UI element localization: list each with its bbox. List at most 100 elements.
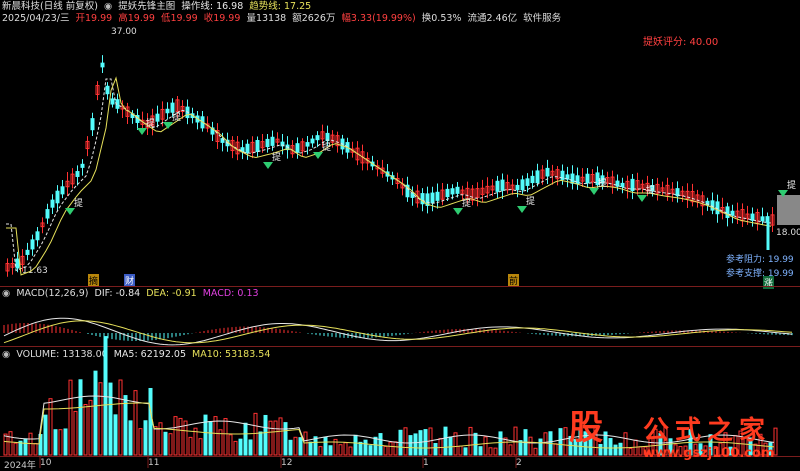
price-candle-body	[525, 178, 530, 186]
volume-bar	[253, 412, 258, 456]
volume-bar	[468, 426, 473, 456]
signal-label: 提	[146, 118, 155, 129]
volume-bar	[498, 431, 503, 456]
volume-bar	[123, 395, 128, 456]
volume-bar	[233, 440, 238, 456]
signal-marker-icon	[163, 122, 173, 129]
price-candle-body	[585, 173, 590, 184]
price-candle-body	[325, 132, 330, 142]
volume-bar	[478, 446, 483, 456]
volume-bar	[528, 436, 533, 456]
volume-bar	[78, 379, 83, 456]
signal-marker-icon	[137, 128, 147, 135]
volume-bar	[248, 439, 253, 456]
price-candle-body	[105, 85, 110, 95]
volume-bar	[288, 439, 293, 456]
volume-bar	[433, 443, 438, 456]
volume-bar	[538, 438, 543, 456]
volume-bar	[493, 447, 498, 456]
volume-bar	[158, 422, 163, 456]
price-candle-body	[575, 175, 580, 185]
volume-bar	[138, 428, 143, 456]
price-candle-body	[255, 140, 260, 152]
price-candle-body	[15, 258, 20, 269]
volume-bar	[518, 440, 523, 456]
price-candle-body	[165, 108, 170, 114]
volume-bar	[293, 436, 298, 456]
volume-bar	[378, 433, 383, 456]
signal-label: 提	[787, 180, 796, 191]
watermark-text: 公式之家	[643, 416, 772, 446]
price-candle-body	[245, 143, 250, 154]
volume-bar	[83, 403, 88, 456]
price-candle-body	[60, 186, 65, 195]
watermark: 股 公式之家 www.gszj100.com	[557, 402, 797, 466]
volume-bar	[488, 447, 493, 456]
price-candle-body	[75, 171, 80, 177]
volume-bar	[328, 445, 333, 456]
volume-bar	[483, 436, 488, 456]
volume-bar	[503, 437, 508, 456]
volume-bar	[118, 379, 123, 456]
volume-bar	[188, 436, 193, 456]
volume-bar	[303, 431, 308, 456]
signal-marker-icon	[453, 208, 463, 215]
signal-marker-icon	[517, 206, 527, 213]
volume-bar	[128, 420, 133, 456]
macd-dif-line	[3, 317, 793, 346]
volume-bar	[8, 431, 13, 456]
volume-bar	[373, 436, 378, 456]
watermark-logo-text: 股	[569, 408, 603, 448]
price-candle-body	[570, 173, 575, 184]
signal-marker-icon	[65, 208, 75, 215]
volume-bar	[458, 445, 463, 456]
price-candle-body	[445, 188, 450, 198]
price-candle-body	[170, 102, 175, 113]
volume-bar	[143, 420, 148, 456]
price-candle-body	[545, 167, 550, 177]
price-candle-body	[435, 191, 440, 201]
volume-bar	[68, 379, 73, 456]
signal-label: 提	[646, 185, 655, 196]
price-candle-body	[410, 192, 415, 198]
volume-bar	[13, 442, 18, 456]
price-candle-body	[520, 179, 525, 191]
price-candle-body	[430, 192, 435, 204]
price-candle-body	[455, 186, 460, 194]
volume-bar	[88, 399, 93, 456]
price-candle-body	[495, 180, 500, 192]
watermark-url: www.gszj100.com	[643, 446, 775, 461]
volume-bar	[133, 390, 138, 456]
volume-bar	[178, 417, 183, 456]
chart-drawing-layer: 提提提提提提 提提提提	[3, 55, 800, 468]
volume-bar	[448, 436, 453, 456]
volume-bar	[53, 429, 58, 456]
signal-label: 提	[526, 196, 535, 207]
price-candle-body	[25, 249, 30, 255]
volume-bar	[308, 441, 313, 456]
signal-marker-icon	[637, 195, 647, 202]
volume-bar	[423, 429, 428, 456]
volume-bar	[508, 444, 513, 456]
price-candle-body	[315, 135, 320, 141]
price-candle-body	[270, 136, 275, 146]
volume-bar	[258, 431, 263, 456]
volume-bar	[348, 446, 353, 456]
volume-bar	[98, 382, 103, 456]
volume-bar	[443, 426, 448, 456]
price-candle-body	[310, 138, 315, 144]
volume-bar	[543, 432, 548, 456]
signal-label: 提	[598, 178, 607, 189]
volume-bar	[33, 442, 38, 456]
volume-bar	[108, 382, 113, 456]
signal-label: 提	[172, 112, 181, 123]
volume-bar	[283, 422, 288, 456]
volume-bar	[463, 447, 468, 456]
volume-bar	[208, 421, 213, 456]
volume-bar	[28, 432, 33, 456]
volume-bar	[268, 420, 273, 456]
volume-bar	[48, 398, 53, 456]
price-candle-body	[730, 210, 735, 216]
price-candle-body	[80, 163, 85, 168]
volume-bar	[393, 441, 398, 456]
